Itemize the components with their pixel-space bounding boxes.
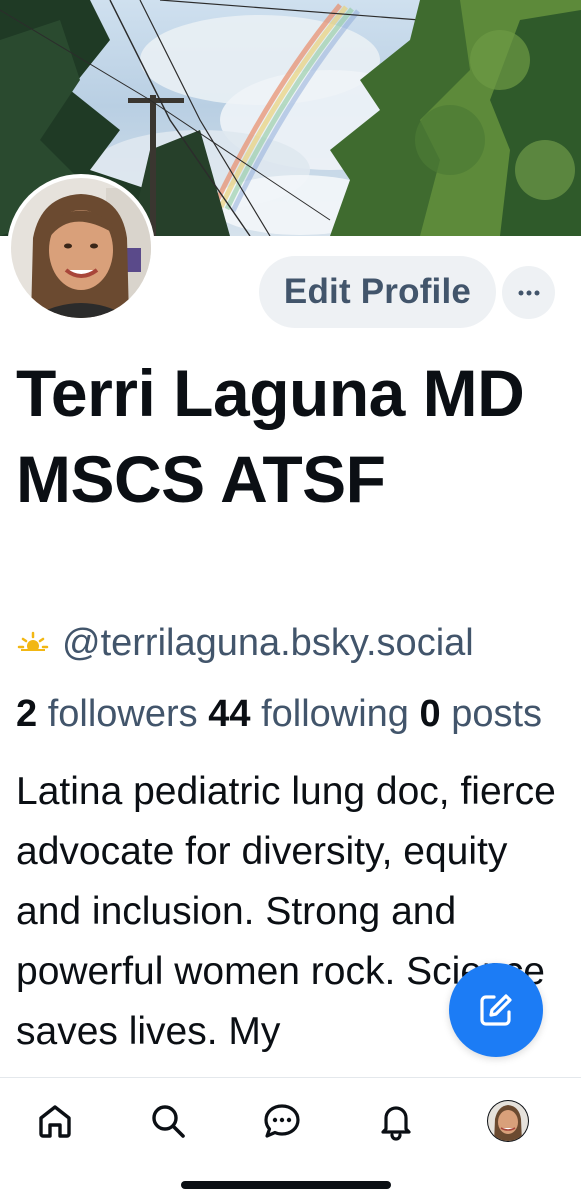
following-label: following — [261, 693, 409, 735]
nav-notifications[interactable] — [372, 1097, 420, 1145]
profile-avatar[interactable] — [7, 174, 155, 322]
home-indicator — [181, 1181, 391, 1189]
followers-count: 2 — [16, 693, 38, 735]
avatar-photo — [11, 178, 151, 318]
posts-stat: 0 posts — [420, 693, 543, 735]
nav-chat[interactable] — [258, 1097, 306, 1145]
posts-count: 0 — [419, 693, 441, 735]
posts-label: posts — [451, 693, 543, 735]
followers-stat[interactable]: 2 followers — [16, 693, 198, 735]
nav-home[interactable] — [31, 1097, 79, 1145]
nav-profile[interactable] — [484, 1097, 532, 1145]
more-options-button[interactable] — [502, 266, 555, 319]
ellipsis-icon — [518, 290, 539, 295]
following-count: 44 — [208, 693, 251, 735]
profile-avatar-icon — [487, 1100, 529, 1142]
compose-icon — [480, 994, 512, 1026]
display-name: Terri Laguna MD MSCS ATSF — [16, 356, 525, 516]
nav-search[interactable] — [144, 1097, 192, 1145]
bell-icon — [381, 1106, 411, 1141]
sun-emoji-icon — [17, 631, 49, 655]
followers-label: followers — [47, 693, 198, 735]
home-icon — [39, 1105, 71, 1138]
following-stat[interactable]: 44 following — [208, 693, 409, 735]
edit-profile-button[interactable]: Edit Profile — [259, 256, 496, 328]
compose-button[interactable] — [449, 963, 543, 1057]
profile-handle[interactable]: @terrilaguna.bsky.social — [62, 622, 474, 665]
handle-row: @terrilaguna.bsky.social — [16, 618, 474, 668]
profile-stats: 2 followers 44 following 0 posts — [16, 688, 542, 740]
chat-icon — [264, 1104, 300, 1138]
search-icon — [152, 1105, 185, 1138]
